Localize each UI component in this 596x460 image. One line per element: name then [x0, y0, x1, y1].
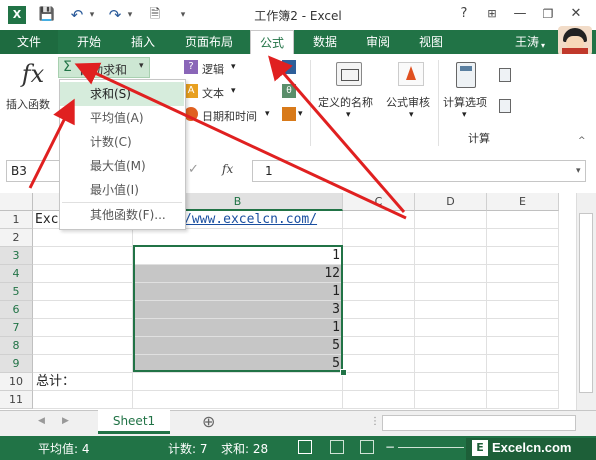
arrow-to-formulas-tab	[268, 55, 406, 213]
arrow-to-autosum-button	[74, 62, 407, 220]
annotation-arrows	[28, 55, 407, 220]
arrow-to-autosum-menu	[28, 98, 75, 189]
